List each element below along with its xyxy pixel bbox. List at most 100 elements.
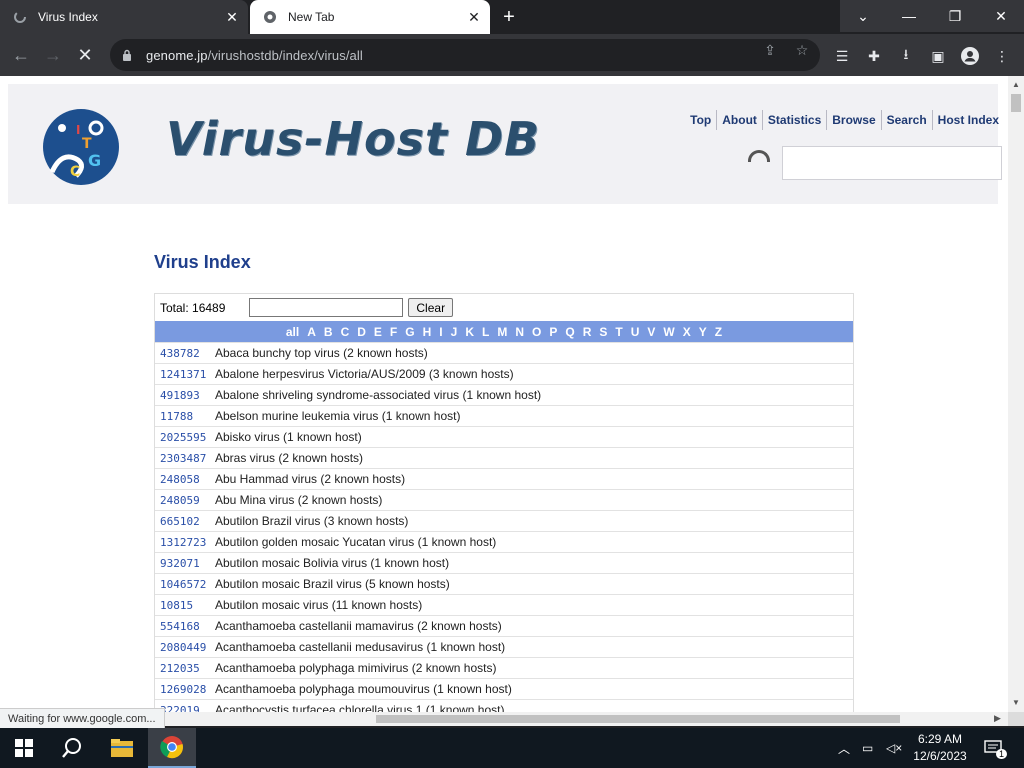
letter-link[interactable]: G xyxy=(401,325,418,339)
taxonomy-id-link[interactable]: 10815 xyxy=(155,599,215,612)
vertical-scrollbar[interactable]: ▲ ▼ xyxy=(1008,76,1024,712)
letter-link[interactable]: L xyxy=(478,325,493,339)
svg-text:C: C xyxy=(70,164,80,180)
taxonomy-id-link[interactable]: 2303487 xyxy=(155,452,215,465)
minimize-button[interactable]: — xyxy=(886,0,932,32)
letter-link[interactable]: E xyxy=(370,325,386,339)
forward-button[interactable]: → xyxy=(40,42,66,68)
taxonomy-id-link[interactable]: 1312723 xyxy=(155,536,215,549)
letter-link[interactable]: N xyxy=(511,325,528,339)
taxonomy-id-link[interactable]: 1269028 xyxy=(155,683,215,696)
file-explorer-icon[interactable] xyxy=(98,728,146,768)
scroll-right-icon[interactable]: ▶ xyxy=(994,713,1001,724)
letter-link[interactable]: M xyxy=(493,325,511,339)
scroll-down-icon[interactable]: ▼ xyxy=(1011,698,1021,708)
notification-center-icon[interactable]: 1 xyxy=(984,728,1008,768)
letter-link[interactable]: I xyxy=(435,325,446,339)
letter-link[interactable]: O xyxy=(528,325,545,339)
letter-link[interactable]: C xyxy=(337,325,354,339)
site-search-input[interactable] xyxy=(782,146,1002,180)
stop-button[interactable]: ✕ xyxy=(72,42,98,68)
system-clock[interactable]: 6:29 AM 12/6/2023 xyxy=(908,731,972,765)
taxonomy-id-link[interactable]: 212035 xyxy=(155,662,215,675)
share-icon[interactable]: ⇪ xyxy=(762,42,778,58)
chrome-taskbar-icon[interactable] xyxy=(148,728,196,768)
svg-text:T: T xyxy=(82,136,92,152)
nav-search[interactable]: Search xyxy=(882,110,933,130)
letter-link[interactable]: K xyxy=(461,325,478,339)
show-hidden-icons[interactable]: ︿ xyxy=(838,728,850,768)
letter-link[interactable]: X xyxy=(679,325,695,339)
taxonomy-id-link[interactable]: 491893 xyxy=(155,389,215,402)
taxonomy-id-link[interactable]: 2080449 xyxy=(155,641,215,654)
scroll-thumb[interactable] xyxy=(1011,94,1021,112)
scroll-up-icon[interactable]: ▲ xyxy=(1011,80,1021,90)
virus-list: 438782 Abaca bunchy top virus (2 known ho… xyxy=(155,342,853,712)
taxonomy-id-link[interactable]: 1046572 xyxy=(155,578,215,591)
letter-link[interactable]: Z xyxy=(711,325,726,339)
letter-link[interactable]: H xyxy=(419,325,436,339)
letter-link[interactable]: F xyxy=(386,325,401,339)
start-button[interactable] xyxy=(0,728,48,768)
table-row: 1046572 Abutilon mosaic Brazil virus (5 k… xyxy=(155,573,853,594)
letter-link[interactable]: Y xyxy=(695,325,711,339)
tab-virus-index[interactable]: Virus Index ✕ xyxy=(0,0,248,34)
letter-link[interactable]: W xyxy=(659,325,678,339)
nav-browse[interactable]: Browse xyxy=(827,110,882,130)
taxonomy-id-link[interactable]: 438782 xyxy=(155,347,215,360)
site-logo[interactable]: I T G C xyxy=(40,106,122,188)
profile-avatar-icon[interactable] xyxy=(960,46,980,66)
close-tab-icon[interactable]: ✕ xyxy=(464,7,484,27)
scroll-thumb[interactable] xyxy=(376,715,900,723)
taxonomy-id-link[interactable]: 11788 xyxy=(155,410,215,423)
letter-link[interactable]: D xyxy=(353,325,370,339)
side-panel-icon[interactable]: ▣ xyxy=(928,46,948,66)
letter-link[interactable]: V xyxy=(643,325,659,339)
letter-link[interactable]: B xyxy=(320,325,337,339)
address-bar[interactable]: genome.jp/virushostdb/index/virus/all xyxy=(110,39,820,71)
extensions-icon[interactable]: ✚ xyxy=(864,46,884,66)
taxonomy-id-link[interactable]: 932071 xyxy=(155,557,215,570)
reading-list-icon[interactable]: ☰ xyxy=(832,46,852,66)
site-brand[interactable]: Virus-Host DB xyxy=(166,112,540,166)
total-bar: Total: 16489 Clear xyxy=(155,294,853,321)
letter-link[interactable]: Q xyxy=(561,325,578,339)
nav-statistics[interactable]: Statistics xyxy=(763,110,828,130)
close-window-button[interactable]: ✕ xyxy=(978,0,1024,32)
letter-link[interactable]: R xyxy=(579,325,596,339)
lock-icon xyxy=(122,48,136,62)
letter-link[interactable]: all xyxy=(282,325,303,339)
filter-input[interactable] xyxy=(249,298,404,317)
taxonomy-id-link[interactable]: 1241371 xyxy=(155,368,215,381)
restore-button[interactable]: ❐ xyxy=(932,0,978,32)
tab-search-button[interactable]: ⌄ xyxy=(840,0,886,32)
nav-top[interactable]: Top xyxy=(685,110,718,130)
nav-about[interactable]: About xyxy=(717,110,763,130)
nav-host-index[interactable]: Host Index xyxy=(933,110,1004,130)
taxonomy-id-link[interactable]: 554168 xyxy=(155,620,215,633)
taxonomy-id-link[interactable]: 248059 xyxy=(155,494,215,507)
letter-link[interactable]: S xyxy=(595,325,611,339)
download-icon[interactable]: ⭳ xyxy=(896,46,916,66)
back-button[interactable]: ← xyxy=(8,42,34,68)
letter-link[interactable]: T xyxy=(611,325,626,339)
virus-name: Abelson murine leukemia virus (1 known h… xyxy=(215,409,461,423)
letter-link[interactable]: U xyxy=(627,325,644,339)
virus-name: Abaca bunchy top virus (2 known hosts) xyxy=(215,346,428,360)
letter-link[interactable]: J xyxy=(447,325,462,339)
menu-kebab-icon[interactable]: ⋮ xyxy=(992,46,1012,66)
table-row: 932071 Abutilon mosaic Bolivia virus (1 k… xyxy=(155,552,853,573)
network-icon[interactable]: ▭ xyxy=(862,728,873,768)
taxonomy-id-link[interactable]: 2025595 xyxy=(155,431,215,444)
search-icon[interactable] xyxy=(48,728,96,768)
letter-link[interactable]: P xyxy=(545,325,561,339)
letter-link[interactable]: A xyxy=(303,325,320,339)
new-tab-button[interactable]: + xyxy=(498,6,520,28)
bookmark-star-icon[interactable]: ☆ xyxy=(794,42,810,58)
volume-muted-icon[interactable]: ◁× xyxy=(886,728,902,768)
clear-button[interactable]: Clear xyxy=(408,298,454,317)
close-tab-icon[interactable]: ✕ xyxy=(222,7,242,27)
taxonomy-id-link[interactable]: 248058 xyxy=(155,473,215,486)
taxonomy-id-link[interactable]: 665102 xyxy=(155,515,215,528)
tab-new-tab[interactable]: New Tab ✕ xyxy=(250,0,490,34)
